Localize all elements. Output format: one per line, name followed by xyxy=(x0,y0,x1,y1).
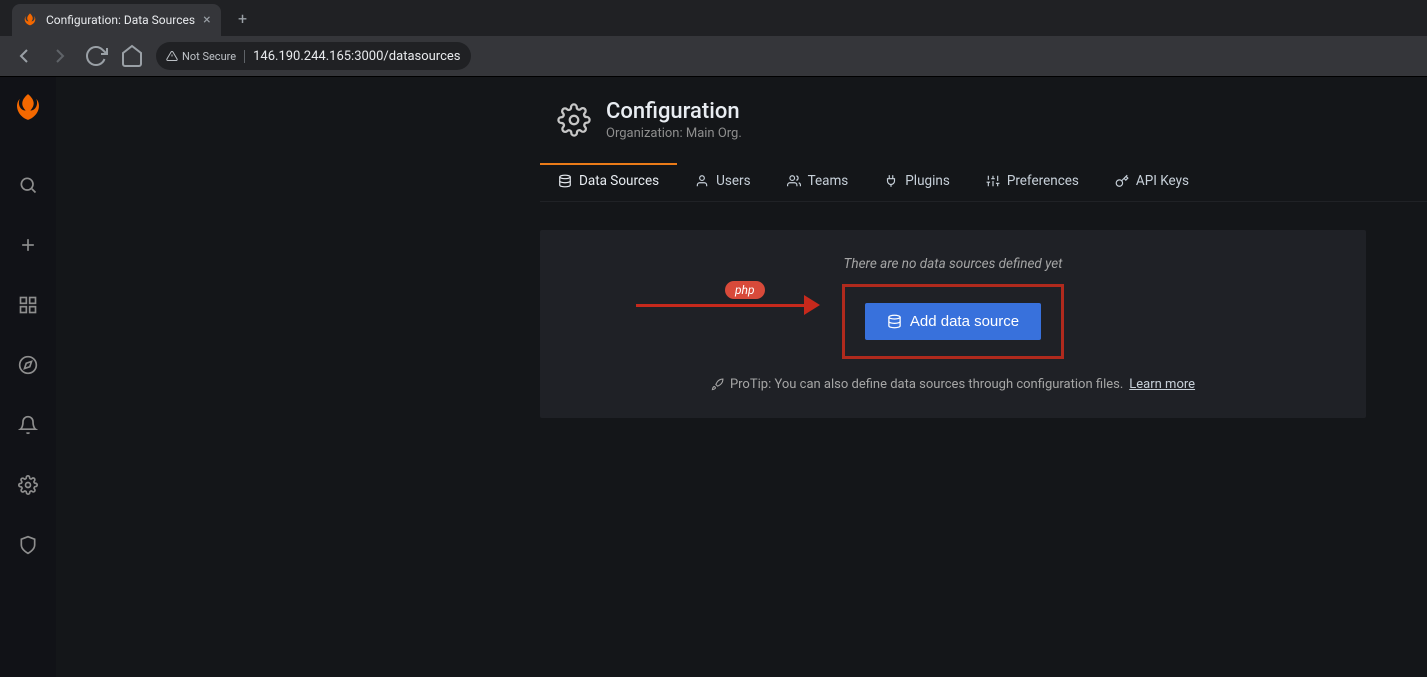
annotation-php-badge: php xyxy=(725,281,765,299)
plug-icon xyxy=(884,174,898,188)
tab-label: Users xyxy=(716,173,750,189)
gear-icon xyxy=(556,102,592,138)
database-icon xyxy=(558,174,572,188)
tab-api-keys[interactable]: API Keys xyxy=(1097,163,1207,201)
add-data-source-button[interactable]: Add data source xyxy=(865,303,1041,340)
page-subtitle: Organization: Main Org. xyxy=(606,126,742,141)
url-text: 146.190.244.165:3000/datasources xyxy=(253,49,460,64)
tab-data-sources[interactable]: Data Sources xyxy=(540,163,677,201)
back-button[interactable] xyxy=(12,44,36,68)
protip-row: ProTip: You can also define data sources… xyxy=(540,377,1366,392)
config-tabs: Data Sources Users Teams Plugins Prefere… xyxy=(540,163,1427,202)
data-sources-panel: There are no data sources defined yet ph… xyxy=(540,230,1366,418)
users-icon xyxy=(787,174,801,188)
sidebar xyxy=(0,77,56,677)
address-bar: Not Secure 146.190.244.165:3000/datasour… xyxy=(0,36,1427,76)
sidebar-dashboards[interactable] xyxy=(8,285,48,325)
close-tab-icon[interactable]: × xyxy=(203,12,210,28)
not-secure-label: Not Secure xyxy=(182,50,236,63)
tab-label: Data Sources xyxy=(579,173,659,189)
sidebar-alerting[interactable] xyxy=(8,405,48,445)
url-box[interactable]: Not Secure 146.190.244.165:3000/datasour… xyxy=(156,42,471,70)
new-tab-button[interactable]: + xyxy=(229,4,257,32)
not-secure-badge: Not Secure xyxy=(166,50,245,63)
tab-label: Teams xyxy=(808,173,849,189)
sidebar-configuration[interactable] xyxy=(8,465,48,505)
page-header: Configuration Organization: Main Org. xyxy=(556,77,1427,141)
tab-teams[interactable]: Teams xyxy=(769,163,867,201)
key-icon xyxy=(1115,174,1129,188)
grafana-favicon-icon xyxy=(22,12,38,28)
browser-chrome: Configuration: Data Sources × + Not Secu… xyxy=(0,0,1427,77)
tab-preferences[interactable]: Preferences xyxy=(968,163,1097,201)
tab-users[interactable]: Users xyxy=(677,163,768,201)
annotation-highlight-box: Add data source xyxy=(842,284,1064,359)
rocket-icon xyxy=(711,378,724,391)
page-title: Configuration xyxy=(606,99,742,124)
sidebar-admin[interactable] xyxy=(8,525,48,565)
tab-plugins[interactable]: Plugins xyxy=(866,163,968,201)
forward-button[interactable] xyxy=(48,44,72,68)
browser-tab[interactable]: Configuration: Data Sources × xyxy=(12,4,221,36)
sliders-icon xyxy=(986,174,1000,188)
tab-label: Preferences xyxy=(1007,173,1079,189)
sidebar-search[interactable] xyxy=(8,165,48,205)
empty-state-message: There are no data sources defined yet xyxy=(540,256,1366,272)
main-content: Configuration Organization: Main Org. Da… xyxy=(56,77,1427,677)
reload-button[interactable] xyxy=(84,44,108,68)
database-icon xyxy=(887,314,902,329)
app-root: Configuration Organization: Main Org. Da… xyxy=(0,77,1427,677)
add-button-label: Add data source xyxy=(910,313,1019,330)
tab-label: Plugins xyxy=(905,173,950,189)
annotation-arrow xyxy=(636,295,820,315)
home-button[interactable] xyxy=(120,44,144,68)
tab-label: API Keys xyxy=(1136,173,1189,189)
learn-more-link[interactable]: Learn more xyxy=(1129,377,1195,392)
sidebar-create[interactable] xyxy=(8,225,48,265)
browser-tab-bar: Configuration: Data Sources × + xyxy=(0,0,1427,36)
protip-text: ProTip: You can also define data sources… xyxy=(730,377,1123,392)
sidebar-explore[interactable] xyxy=(8,345,48,385)
user-icon xyxy=(695,174,709,188)
browser-tab-title: Configuration: Data Sources xyxy=(46,13,195,27)
sidebar-logo[interactable] xyxy=(8,87,48,127)
